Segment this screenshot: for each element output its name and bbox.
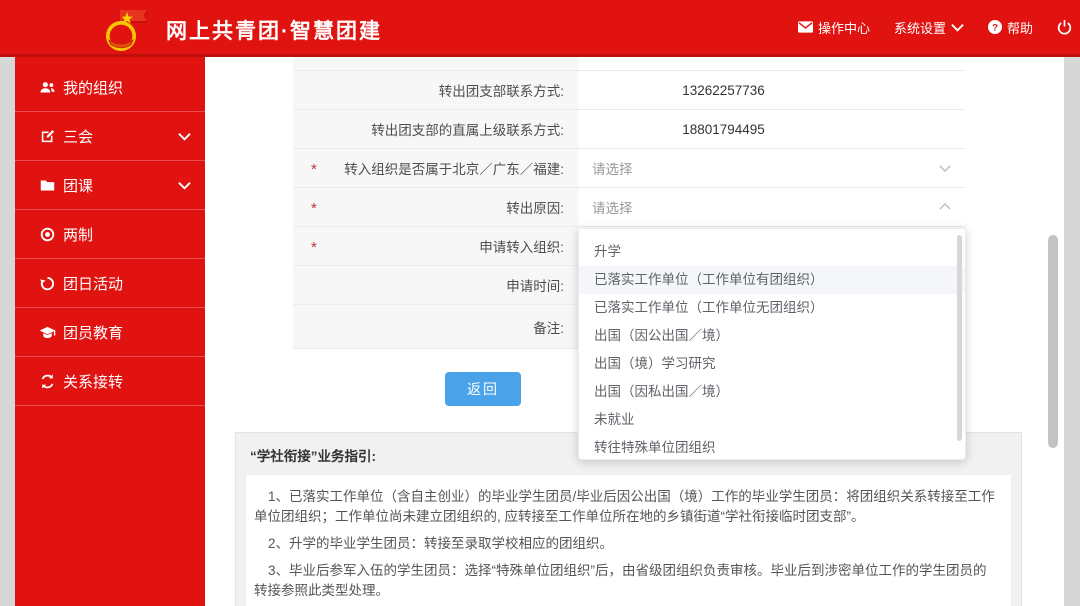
power-icon: [1057, 19, 1072, 35]
back-button[interactable]: 返回: [445, 372, 521, 406]
dropdown-scrollbar[interactable]: [957, 235, 962, 441]
sidebar-item-label: 关系接转: [63, 373, 124, 391]
transfer-reason-select[interactable]: 请选择: [578, 188, 965, 226]
logout-power-button[interactable]: [1057, 19, 1072, 35]
dropdown-option[interactable]: 出国（因公出国／境）: [579, 322, 965, 350]
sidebar-item-label: 两制: [63, 226, 94, 244]
chevron-down-icon: [939, 161, 951, 176]
header-nav: 操作中心 系统设置 ? 帮助: [797, 0, 1072, 54]
sidebar-item-label: 团课: [63, 177, 94, 195]
guide-item: 2、升学的毕业学生团员：转接至录取学校相应的团组织。: [268, 536, 614, 551]
form-row-label: 转入组织是否属于北京／广东／福建:: [293, 149, 578, 187]
system-settings-label: 系统设置: [893, 20, 946, 36]
guide-item: 3、毕业后参军入伍的学生团员：选择“特殊单位团组织”后，由省级团组织负责审核。毕…: [254, 563, 987, 598]
form-row-superior-contact: 转出团支部的直属上级联系方式: 18801794495: [293, 110, 965, 149]
branch-contact-value: 13262257736: [578, 71, 965, 109]
form-row-label: [293, 57, 578, 70]
form-row-label: 备注:: [293, 305, 578, 348]
edit-icon: [41, 129, 55, 142]
form-row-label: 申请转入组织:: [293, 227, 578, 265]
app-window: 网上共青团·智慧团建 操作中心 系统设置 ? 帮助 我的组织 三会 团课 两制 …: [0, 0, 1080, 606]
graduation-cap-icon: [39, 326, 56, 338]
sidebar-item-label: 团日活动: [63, 275, 124, 293]
envelope-icon: [797, 21, 813, 33]
page-scrollbar[interactable]: [1048, 235, 1058, 448]
chevron-down-icon: [951, 23, 964, 32]
sidebar-item-three-meetings[interactable]: 三会: [15, 112, 205, 161]
sidebar-item-label: 团员教育: [63, 324, 124, 342]
dropdown-notch: [595, 229, 608, 235]
sidebar-item-label: 三会: [63, 128, 94, 146]
sidebar-item-my-organization[interactable]: 我的组织: [15, 63, 205, 112]
form-row-label: 转出团支部联系方式:: [293, 71, 578, 109]
operation-center-link[interactable]: 操作中心: [797, 18, 870, 37]
guide-item: 1、已落实工作单位（含自主创业）的毕业学生团员/毕业后因公出国（境）工作的毕业学…: [254, 489, 995, 524]
region-select[interactable]: 请选择: [578, 149, 965, 187]
form-row-value: [578, 57, 965, 70]
help-label: 帮助: [1006, 20, 1033, 36]
sync-icon: [41, 373, 54, 389]
league-emblem-logo: [100, 3, 156, 55]
form-row-label: 转出原因:: [293, 188, 578, 226]
form-row-label: 转出团支部的直属上级联系方式:: [293, 110, 578, 148]
form-row-clipped: [293, 57, 965, 71]
dropdown-option-highlighted[interactable]: 已落实工作单位（工作单位有团组织）: [579, 266, 965, 294]
chevron-down-icon: [178, 132, 191, 141]
form-row-branch-contact: 转出团支部联系方式: 13262257736: [293, 71, 965, 110]
dropdown-option[interactable]: 出国（因私出国／境）: [579, 378, 965, 406]
recycle-icon: [39, 276, 55, 290]
sidebar-nav: 我的组织 三会 团课 两制 团日活动 团员教育 关系接转: [15, 57, 205, 606]
sidebar-item-label: 我的组织: [63, 79, 124, 97]
sidebar-item-two-systems[interactable]: 两制: [15, 210, 205, 259]
dropdown-option[interactable]: 升学: [579, 238, 965, 266]
sidebar-item-relationship-transfer[interactable]: 关系接转: [15, 357, 205, 406]
transfer-reason-placeholder: 请选择: [592, 201, 633, 216]
svg-text:?: ?: [992, 23, 998, 34]
chevron-up-icon: [939, 200, 951, 215]
app-title: 网上共青团·智慧团建: [166, 20, 382, 43]
sidebar-item-league-class[interactable]: 团课: [15, 161, 205, 210]
dropdown-option[interactable]: 已落实工作单位（工作单位无团组织）: [579, 294, 965, 322]
guide-panel-body: 1、已落实工作单位（含自主创业）的毕业学生团员/毕业后因公出国（境）工作的毕业学…: [246, 475, 1011, 606]
dropdown-option[interactable]: 出国（境）学习研究: [579, 350, 965, 378]
region-select-placeholder: 请选择: [592, 162, 633, 177]
top-header-bar: 网上共青团·智慧团建 操作中心 系统设置 ? 帮助: [0, 0, 1080, 57]
target-icon: [40, 227, 55, 241]
folder-icon: [40, 180, 55, 190]
dropdown-option[interactable]: 未就业: [579, 406, 965, 434]
form-row-label: 申请时间:: [293, 266, 578, 304]
sidebar-item-member-education[interactable]: 团员教育: [15, 308, 205, 357]
superior-contact-value: 18801794495: [578, 110, 965, 148]
users-icon: [40, 81, 55, 92]
system-settings-menu[interactable]: 系统设置: [894, 18, 964, 37]
question-circle-icon: ?: [987, 20, 1002, 34]
help-link[interactable]: ? 帮助: [987, 18, 1033, 37]
transfer-reason-dropdown: 升学 已落实工作单位（工作单位有团组织） 已落实工作单位（工作单位无团组织） 出…: [578, 228, 966, 460]
dropdown-option[interactable]: 转往特殊单位团组织: [579, 434, 965, 459]
form-row-transfer-reason: 转出原因: 请选择: [293, 188, 965, 227]
chevron-down-icon: [178, 181, 191, 190]
sidebar-item-league-day-activities[interactable]: 团日活动: [15, 259, 205, 308]
form-row-region-select: 转入组织是否属于北京／广东／福建: 请选择: [293, 149, 965, 188]
operation-center-label: 操作中心: [817, 20, 870, 36]
